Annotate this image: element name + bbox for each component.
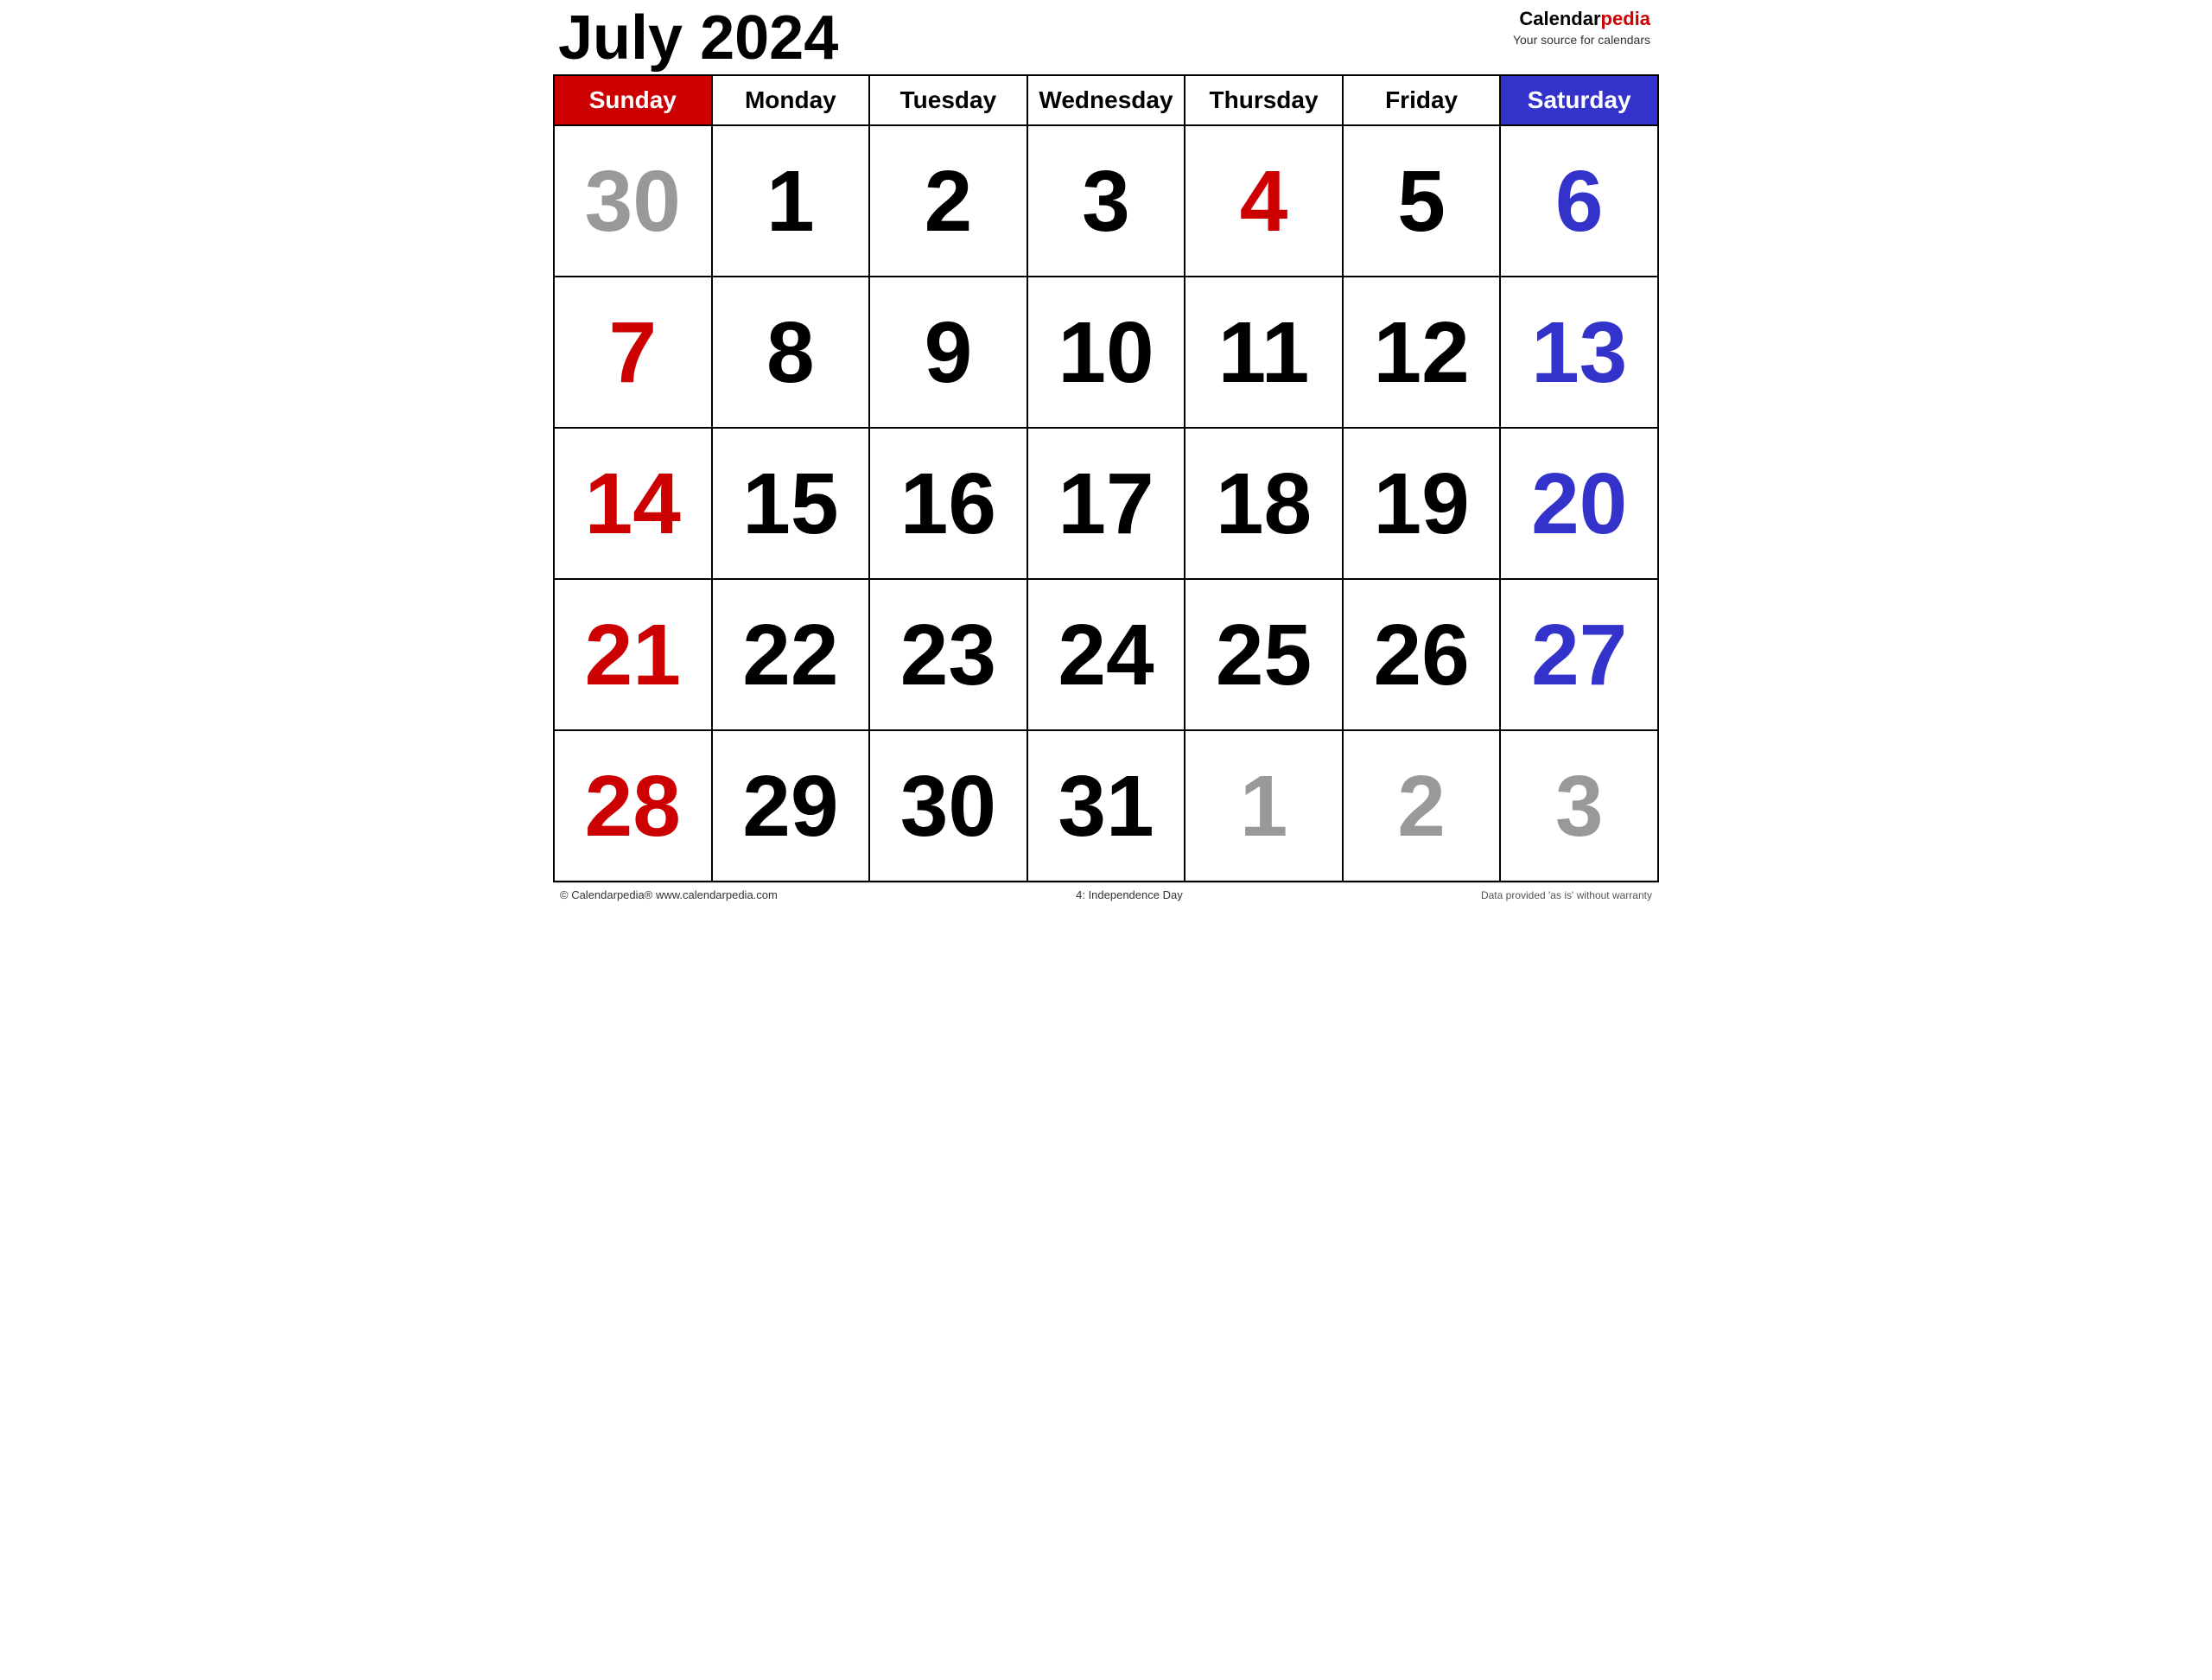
calendar-cell-w3-d1[interactable]: 14 — [554, 428, 712, 579]
month-title: July 2024 — [558, 7, 838, 69]
day-number-28-w5: 28 — [558, 738, 708, 874]
day-number-2-w1: 2 — [874, 133, 1023, 269]
calendar-cell-w4-d2[interactable]: 22 — [712, 579, 870, 730]
day-headers-row: Sunday Monday Tuesday Wednesday Thursday… — [554, 75, 1658, 125]
header-thursday: Thursday — [1185, 75, 1343, 125]
day-number-2-w5: 2 — [1347, 738, 1497, 874]
day-number-4-w1: 4 — [1189, 133, 1338, 269]
brand-tagline: Your source for calendars — [1513, 32, 1650, 48]
calendar-cell-w1-d7[interactable]: 6 — [1500, 125, 1658, 277]
week-row-3: 14151617181920 — [554, 428, 1658, 579]
calendar-cell-w1-d3[interactable]: 2 — [869, 125, 1027, 277]
calendar-cell-w5-d2[interactable]: 29 — [712, 730, 870, 881]
day-number-27-w4: 27 — [1504, 587, 1654, 722]
calendar-cell-w2-d3[interactable]: 9 — [869, 277, 1027, 428]
calendar-cell-w5-d6[interactable]: 2 — [1343, 730, 1501, 881]
day-number-5-w1: 5 — [1347, 133, 1497, 269]
calendar-cell-w2-d7[interactable]: 13 — [1500, 277, 1658, 428]
footer: © Calendarpedia® www.calendarpedia.com 4… — [553, 882, 1659, 907]
header-sunday: Sunday — [554, 75, 712, 125]
calendar-cell-w2-d5[interactable]: 11 — [1185, 277, 1343, 428]
week-row-5: 28293031123 — [554, 730, 1658, 881]
day-number-29-w5: 29 — [716, 738, 866, 874]
header: July 2024 Calendarpedia Your source for … — [553, 0, 1659, 74]
calendar-cell-w3-d4[interactable]: 17 — [1027, 428, 1185, 579]
day-number-3-w1: 3 — [1032, 133, 1181, 269]
day-number-24-w4: 24 — [1032, 587, 1181, 722]
calendar-cell-w5-d7[interactable]: 3 — [1500, 730, 1658, 881]
calendar-cell-w3-d5[interactable]: 18 — [1185, 428, 1343, 579]
header-saturday: Saturday — [1500, 75, 1658, 125]
day-number-25-w4: 25 — [1189, 587, 1338, 722]
calendar-cell-w3-d6[interactable]: 19 — [1343, 428, 1501, 579]
calendar-cell-w3-d2[interactable]: 15 — [712, 428, 870, 579]
calendar-cell-w1-d1[interactable]: 30 — [554, 125, 712, 277]
day-number-11-w2: 11 — [1189, 284, 1338, 420]
day-number-7-w2: 7 — [558, 284, 708, 420]
day-number-1-w1: 1 — [716, 133, 866, 269]
day-number-30-w1: 30 — [558, 133, 708, 269]
holiday-note: 4: Independence Day — [1076, 888, 1183, 901]
calendar-cell-w4-d6[interactable]: 26 — [1343, 579, 1501, 730]
calendar-cell-w1-d2[interactable]: 1 — [712, 125, 870, 277]
day-number-30-w5: 30 — [874, 738, 1023, 874]
calendar-cell-w5-d5[interactable]: 1 — [1185, 730, 1343, 881]
calendar-cell-w1-d5[interactable]: 4 — [1185, 125, 1343, 277]
day-number-26-w4: 26 — [1347, 587, 1497, 722]
calendar-cell-w3-d3[interactable]: 16 — [869, 428, 1027, 579]
day-number-22-w4: 22 — [716, 587, 866, 722]
header-tuesday: Tuesday — [869, 75, 1027, 125]
brand-name-red: pedia — [1601, 8, 1650, 29]
calendar-table: Sunday Monday Tuesday Wednesday Thursday… — [553, 74, 1659, 882]
copyright-text: © Calendarpedia® www.calendarpedia.com — [560, 888, 778, 901]
day-number-21-w4: 21 — [558, 587, 708, 722]
footer-left: © Calendarpedia® www.calendarpedia.com — [560, 888, 778, 901]
header-friday: Friday — [1343, 75, 1501, 125]
header-wednesday: Wednesday — [1027, 75, 1185, 125]
day-number-6-w1: 6 — [1504, 133, 1654, 269]
day-number-14-w3: 14 — [558, 436, 708, 571]
brand-name-before-red: Calendar — [1519, 8, 1600, 29]
day-number-18-w3: 18 — [1189, 436, 1338, 571]
calendar-cell-w3-d7[interactable]: 20 — [1500, 428, 1658, 579]
calendar-cell-w5-d4[interactable]: 31 — [1027, 730, 1185, 881]
day-number-16-w3: 16 — [874, 436, 1023, 571]
calendar-cell-w4-d5[interactable]: 25 — [1185, 579, 1343, 730]
calendar-cell-w4-d4[interactable]: 24 — [1027, 579, 1185, 730]
calendar-cell-w4-d1[interactable]: 21 — [554, 579, 712, 730]
day-number-12-w2: 12 — [1347, 284, 1497, 420]
day-number-19-w3: 19 — [1347, 436, 1497, 571]
calendar-cell-w2-d2[interactable]: 8 — [712, 277, 870, 428]
brand-name: Calendarpedia — [1513, 7, 1650, 32]
day-number-20-w3: 20 — [1504, 436, 1654, 571]
day-number-3-w5: 3 — [1504, 738, 1654, 874]
day-number-13-w2: 13 — [1504, 284, 1654, 420]
week-row-4: 21222324252627 — [554, 579, 1658, 730]
calendar-cell-w1-d4[interactable]: 3 — [1027, 125, 1185, 277]
day-number-23-w4: 23 — [874, 587, 1023, 722]
day-number-17-w3: 17 — [1032, 436, 1181, 571]
calendar-cell-w2-d1[interactable]: 7 — [554, 277, 712, 428]
calendar-cell-w5-d3[interactable]: 30 — [869, 730, 1027, 881]
day-number-15-w3: 15 — [716, 436, 866, 571]
day-number-1-w5: 1 — [1189, 738, 1338, 874]
page-wrapper: July 2024 Calendarpedia Your source for … — [553, 0, 1659, 907]
day-number-9-w2: 9 — [874, 284, 1023, 420]
calendar-cell-w1-d6[interactable]: 5 — [1343, 125, 1501, 277]
calendar-cell-w2-d4[interactable]: 10 — [1027, 277, 1185, 428]
calendar-cell-w5-d1[interactable]: 28 — [554, 730, 712, 881]
week-row-2: 78910111213 — [554, 277, 1658, 428]
disclaimer-text: Data provided 'as is' without warranty — [1481, 889, 1652, 901]
calendar-cell-w4-d7[interactable]: 27 — [1500, 579, 1658, 730]
day-number-8-w2: 8 — [716, 284, 866, 420]
calendar-cell-w2-d6[interactable]: 12 — [1343, 277, 1501, 428]
week-row-1: 30123456 — [554, 125, 1658, 277]
calendar-cell-w4-d3[interactable]: 23 — [869, 579, 1027, 730]
header-monday: Monday — [712, 75, 870, 125]
day-number-10-w2: 10 — [1032, 284, 1181, 420]
day-number-31-w5: 31 — [1032, 738, 1181, 874]
brand-logo: Calendarpedia Your source for calendars — [1513, 7, 1650, 48]
